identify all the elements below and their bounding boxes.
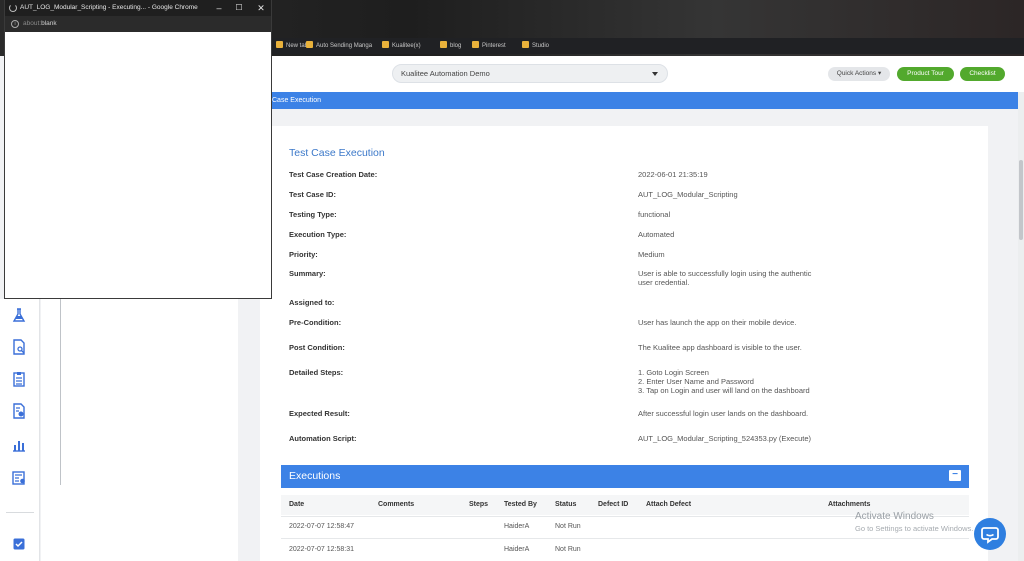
column-header-attach-defect[interactable]: Attach Defect <box>646 501 691 508</box>
bookmark-label: Auto Sending Manga <box>316 43 373 49</box>
field-value-post-condition: The Kualitee app dashboard is visible to… <box>638 343 802 352</box>
cell-status: Not Run <box>555 523 581 530</box>
field-value-priority: Medium <box>638 250 665 259</box>
bookmark-label: Pinterest <box>482 43 506 49</box>
bookmark-icon <box>472 41 479 48</box>
column-header-status[interactable]: Status <box>555 501 576 508</box>
executions-header: Executions <box>281 465 969 488</box>
close-button[interactable]: ✕ <box>251 0 271 16</box>
activate-windows-hint: Go to Settings to activate Windows. <box>855 524 974 533</box>
bookmark-1[interactable]: Auto Sending Manga <box>306 41 372 51</box>
field-value-test-case-id: AUT_LOG_Modular_Scripting <box>638 190 738 199</box>
popup-url[interactable]: about:blank <box>23 16 57 32</box>
popup-window <box>4 0 272 299</box>
bookmark-label: Kualitee(x) <box>392 43 421 49</box>
column-header-comments[interactable]: Comments <box>378 501 414 508</box>
field-label-expected-result: Expected Result: <box>289 409 350 418</box>
field-label-execution-type: Execution Type: <box>289 230 347 239</box>
bookmark-icon <box>276 41 283 48</box>
cell-status: Not Run <box>555 546 581 553</box>
checklist-button[interactable]: Checklist <box>960 67 1005 81</box>
bookmark-3[interactable]: blog <box>440 41 461 51</box>
chat-icon <box>981 527 999 544</box>
breadcrumb: Case Execution <box>272 92 1018 109</box>
popup-address-bar[interactable]: i about:blank <box>5 16 271 32</box>
column-header-steps[interactable]: Steps <box>469 501 488 508</box>
cell-date: 2022-07-07 12:58:31 <box>289 546 354 553</box>
section-title: Test Case Execution <box>289 147 385 159</box>
table-row[interactable] <box>281 538 969 559</box>
quick-actions-button[interactable]: Quick Actions ▾ <box>828 67 890 81</box>
bookmark-icon <box>306 41 313 48</box>
bookmark-label: New tab <box>286 43 309 49</box>
sheet-settings-icon[interactable] <box>11 470 27 486</box>
field-label-post-condition: Post Condition: <box>289 343 345 352</box>
bookmark-0[interactable]: New tab <box>276 41 308 51</box>
field-value-pre-condition: User has launch the app on their mobile … <box>638 318 797 327</box>
report-settings-icon[interactable] <box>11 403 27 419</box>
field-value-execution-type: Automated <box>638 230 675 239</box>
sidebar-divider <box>6 512 34 513</box>
document-search-icon[interactable] <box>11 339 27 355</box>
sidebar-icon-rail <box>0 299 40 561</box>
flask-icon[interactable] <box>11 307 27 323</box>
url-path: blank <box>41 20 57 27</box>
bookmark-label: Studio <box>532 43 550 49</box>
field-label-automation-script: Automation Script: <box>289 434 357 443</box>
bookmarks-bar: New tab Auto Sending Manga Kualitee(x) b… <box>272 38 1024 54</box>
automation-script-link[interactable]: AUT_LOG_Modular_Scripting_524353.py (Exe… <box>638 434 878 443</box>
collapse-toggle-button[interactable]: − <box>949 470 961 481</box>
bookmark-label: blog <box>450 43 462 49</box>
field-label-creation-date: Test Case Creation Date: <box>289 170 378 179</box>
tree-connector-line <box>60 299 61 485</box>
product-tour-button[interactable]: Product Tour <box>897 67 954 81</box>
project-select-label: Kualitee Automation Demo <box>401 69 490 78</box>
checkbox-icon[interactable] <box>11 536 27 552</box>
executions-title: Executions <box>289 470 341 482</box>
field-label-test-case-id: Test Case ID: <box>289 190 336 199</box>
maximize-button[interactable]: ☐ <box>229 0 249 16</box>
field-label-pre-condition: Pre-Condition: <box>289 318 342 327</box>
field-value-expected-result: After successful login user lands on the… <box>638 409 809 418</box>
chat-launcher-button[interactable] <box>974 518 1006 550</box>
field-label-priority: Priority: <box>289 250 318 259</box>
bookmark-icon <box>382 41 389 48</box>
column-header-defect-id[interactable]: Defect ID <box>598 501 628 508</box>
breadcrumb-label: Case Execution <box>272 97 322 104</box>
field-value-creation-date: 2022-06-01 21:35:19 <box>638 170 708 179</box>
column-header-date[interactable]: Date <box>289 501 304 508</box>
project-select[interactable]: Kualitee Automation Demo <box>392 64 668 83</box>
url-scheme: about: <box>23 20 42 27</box>
scrollbar-thumb[interactable] <box>1019 160 1023 240</box>
field-label-summary: Summary: <box>289 269 326 278</box>
clipboard-list-icon[interactable] <box>11 371 27 387</box>
field-label-detailed-steps: Detailed Steps: <box>289 368 344 377</box>
column-header-attachments[interactable]: Attachments <box>828 501 870 508</box>
popup-titlebar[interactable]: AUT_LOG_Modular_Scripting - Executing...… <box>5 0 271 16</box>
bookmark-icon <box>440 41 447 48</box>
field-value-summary: User is able to successfully login using… <box>638 269 812 287</box>
activate-windows-watermark: Activate Windows <box>855 511 934 522</box>
bar-chart-icon[interactable] <box>11 437 27 453</box>
bookmark-icon <box>522 41 529 48</box>
tree-panel <box>41 299 238 561</box>
field-value-testing-type: functional <box>638 210 671 219</box>
field-label-assigned-to: Assigned to: <box>289 298 335 307</box>
field-value-detailed-steps: 1. Goto Login Screen 2. Enter User Name … <box>638 368 810 395</box>
field-label-testing-type: Testing Type: <box>289 210 337 219</box>
loading-spinner-icon <box>9 4 17 12</box>
minimize-button[interactable]: – <box>209 0 229 16</box>
caret-down-icon <box>652 72 658 76</box>
column-header-tested-by[interactable]: Tested By <box>504 501 537 508</box>
bookmark-4[interactable]: Pinterest <box>472 41 506 51</box>
info-icon[interactable]: i <box>11 20 19 28</box>
cell-tested-by: HaiderA <box>504 523 530 530</box>
popup-title: AUT_LOG_Modular_Scripting - Executing...… <box>20 4 198 11</box>
bookmark-2[interactable]: Kualitee(x) <box>382 41 421 51</box>
cell-date: 2022-07-07 12:58:47 <box>289 523 354 530</box>
cell-tested-by: HaiderA <box>504 546 530 553</box>
bookmark-5[interactable]: Studio <box>522 41 549 51</box>
